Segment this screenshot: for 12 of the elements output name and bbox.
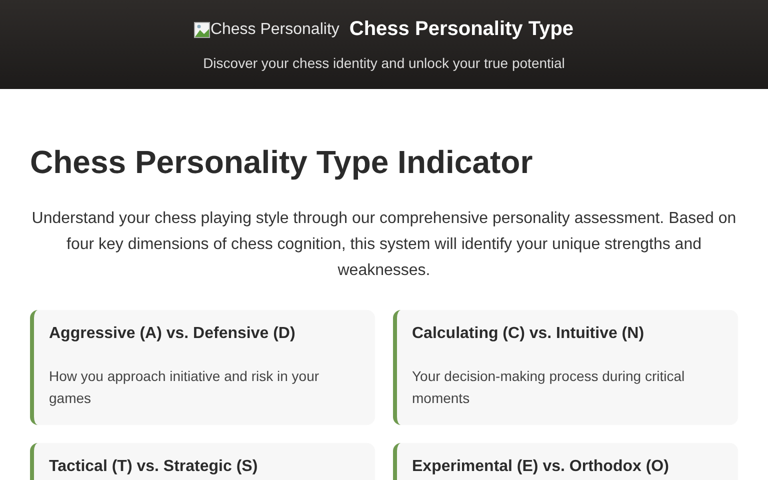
- logo-alt-text: Chess Personality: [210, 20, 340, 38]
- dimension-description: Your decision-making process during critical moments: [412, 367, 686, 408]
- dimension-title: Calculating (C) vs. Intuitive (N): [412, 324, 646, 344]
- site-subtitle: Discover your chess identity and unlock your true potential: [202, 55, 566, 71]
- broken-image-icon: [194, 22, 210, 38]
- site-title: Chess Personality Type: [349, 18, 574, 41]
- dimension-title: Experimental (E) vs. Orthodox (O): [412, 457, 670, 477]
- page-heading: Chess Personality Type Indicator: [30, 143, 534, 182]
- dimension-description: How you approach initiative and risk in your games: [49, 367, 320, 408]
- dimension-title: Aggressive (A) vs. Defensive (D): [49, 324, 296, 344]
- intro-paragraph: Understand your chess playing style through our comprehensive personality assessment. Based on four key dimensions of chess cognition, this system will identify your unique strengths and weaknesses.: [30, 209, 738, 281]
- dimension-title: Tactical (T) vs. Strategic (S): [49, 457, 259, 477]
